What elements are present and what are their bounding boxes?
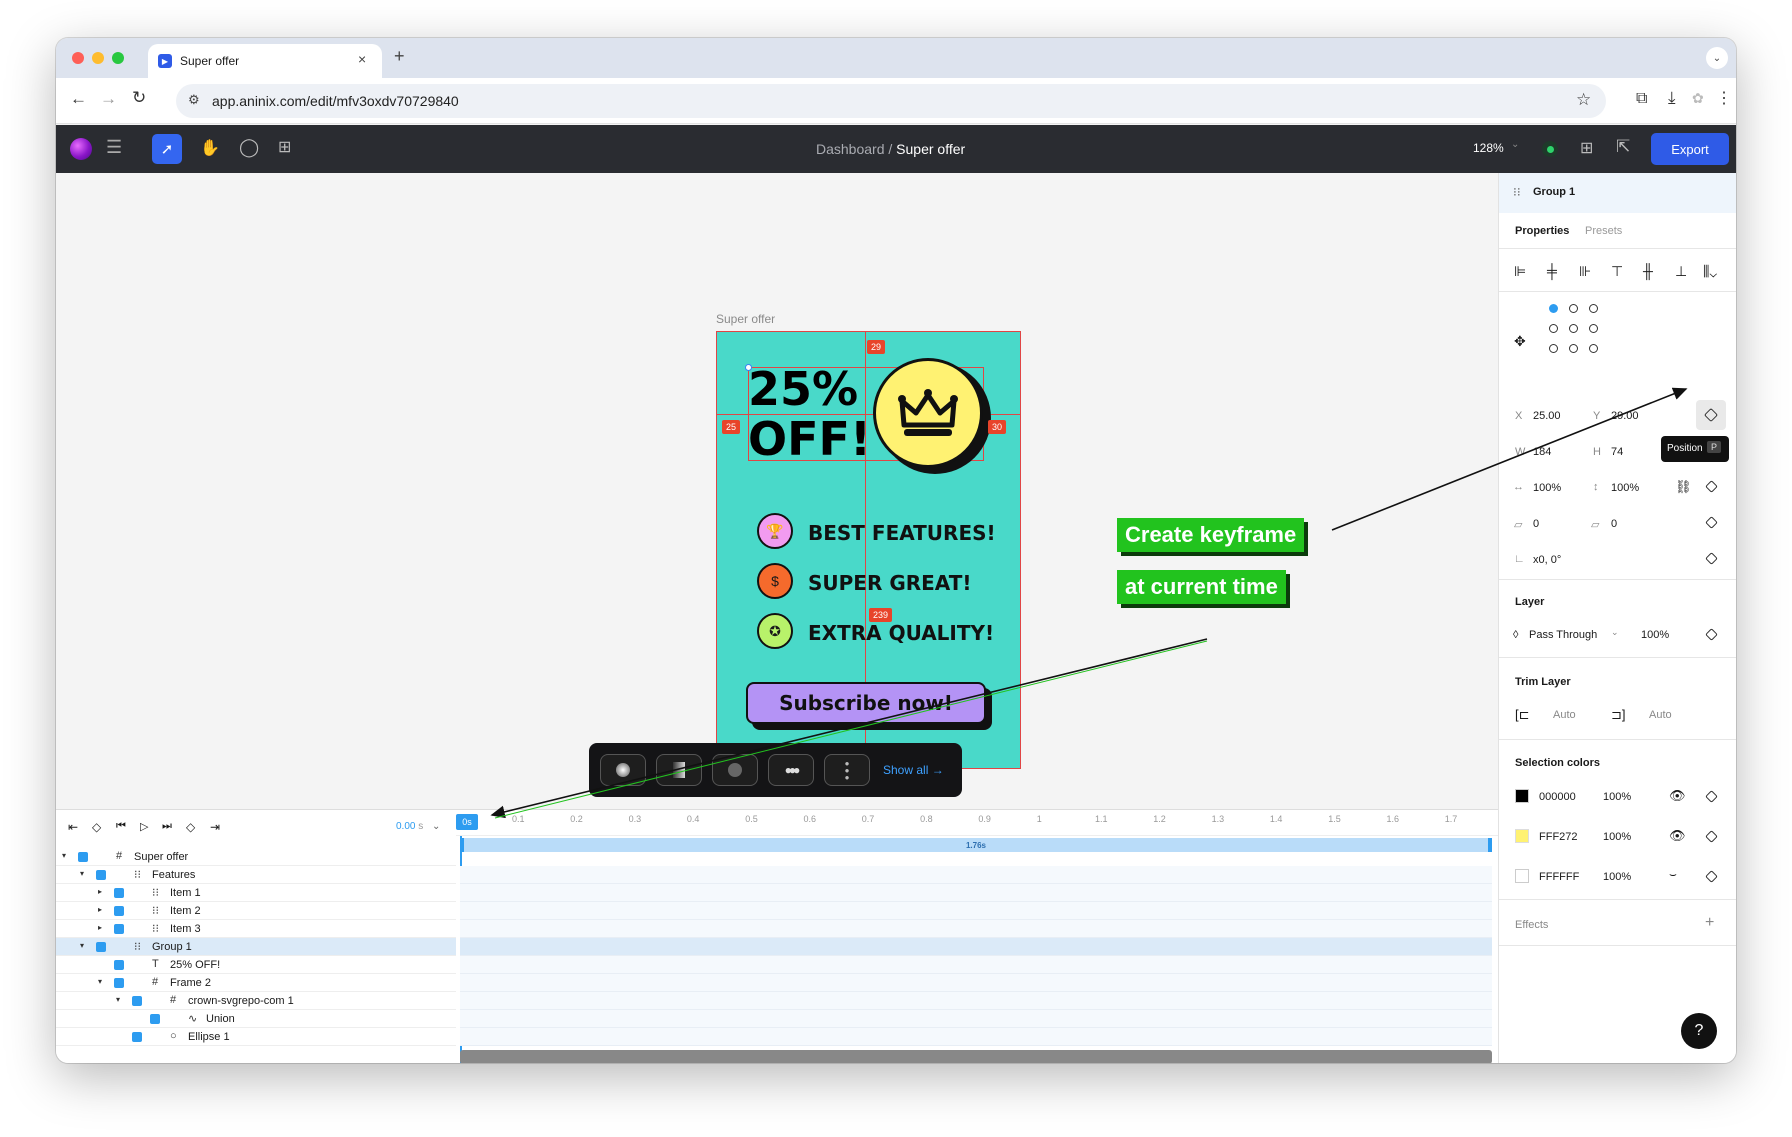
- arrow-to-keyframe-button: [1331, 387, 1688, 531]
- arrow-to-timeline: [490, 638, 1208, 819]
- annotation-arrows: [490, 387, 1688, 819]
- arrow-shadow: [494, 640, 1208, 819]
